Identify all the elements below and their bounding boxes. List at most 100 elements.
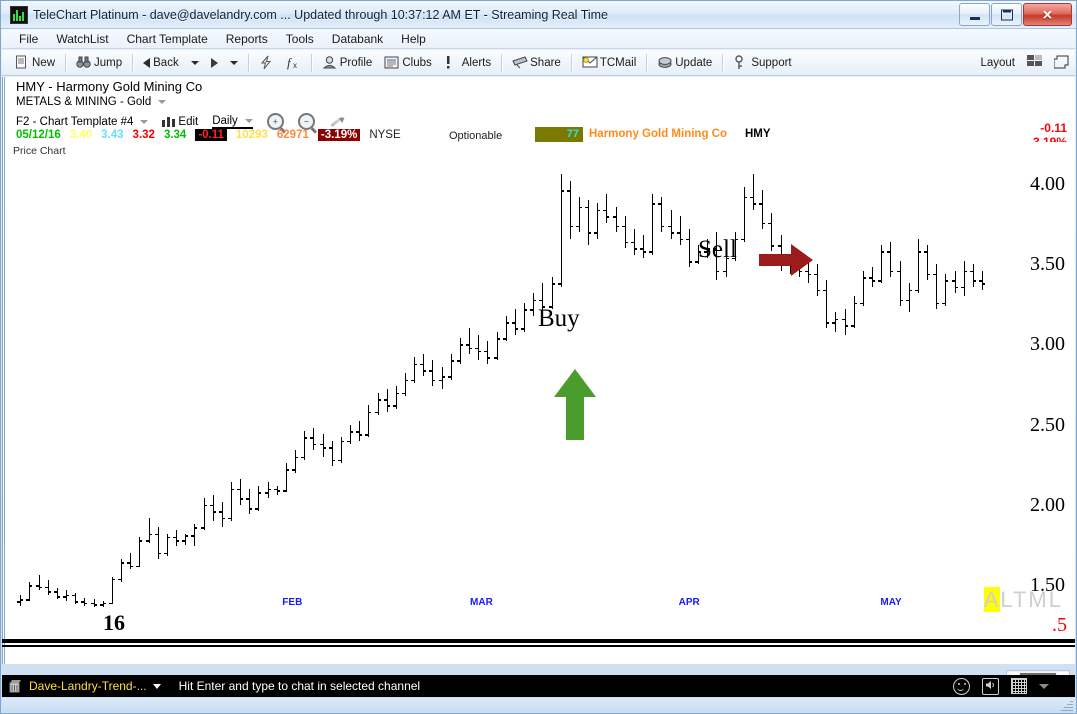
draw-button[interactable] [329, 115, 345, 129]
ohlc-close-tick [817, 289, 821, 292]
quote-volume: 10293 [235, 129, 268, 141]
ohlc-close-tick [945, 280, 949, 282]
restore-button[interactable] [991, 3, 1022, 26]
alerts-button[interactable]: Alerts [438, 54, 497, 71]
toolbar-separator [132, 53, 134, 72]
clubs-button[interactable]: Clubs [378, 54, 437, 71]
ohlc-close-tick [753, 203, 757, 205]
support-button[interactable]: Support [727, 54, 797, 71]
ohlc-open-tick [639, 248, 643, 250]
person-icon [322, 55, 337, 70]
ohlc-open-tick [447, 376, 451, 379]
ohlc-bar [286, 463, 287, 492]
layout-grid-icon [1027, 55, 1042, 70]
quote-avg-volume: 62971 [276, 129, 309, 141]
chat-hint: Hit Enter and type to chat in selected c… [178, 679, 421, 693]
menu-item-reports[interactable]: Reports [217, 30, 277, 48]
price-chart-pane[interactable]: Price Chart 4.00 3.50 3.00 2.50 2.00 1.50 FEB… [2, 142, 1075, 664]
status-icons [953, 677, 1075, 695]
menu-item-chart-template[interactable]: Chart Template [118, 30, 217, 48]
update-button[interactable]: Update [651, 54, 718, 71]
ohlc-bar [359, 421, 360, 441]
channel-icon [8, 679, 24, 693]
menu-item-databank[interactable]: Databank [323, 30, 392, 48]
ohlc-open-tick [410, 379, 414, 382]
toolbar-separator [65, 53, 67, 72]
chevron-down-icon[interactable] [1039, 683, 1049, 689]
edit-button[interactable]: Edit [162, 116, 198, 128]
window-bottom-edge [2, 698, 1075, 712]
symbol-header: HMY - Harmony Gold Mining Co METALS & MI… [2, 77, 1075, 149]
ohlc-bar [579, 196, 580, 233]
ohlc-close-tick [176, 540, 180, 542]
back-dropdown[interactable] [185, 60, 205, 66]
ohlc-open-tick [245, 498, 249, 500]
close-button[interactable]: ✕ [1023, 3, 1072, 26]
modem-icon [657, 55, 672, 70]
channel-name[interactable]: Dave-Landry-Trend-... [29, 679, 147, 693]
watchlist-badge[interactable]: 77 Harmony Gold Mining Co HMY [535, 127, 771, 142]
ohlc-open-tick [648, 251, 652, 253]
ohlc-bar [240, 479, 241, 505]
buy-label: Buy [538, 305, 580, 332]
period-selector[interactable]: Daily [212, 115, 253, 129]
ohlc-close-tick [222, 517, 226, 520]
layout-button[interactable]: Layout [974, 56, 1021, 70]
profile-button[interactable]: Profile [316, 54, 379, 71]
forward-button[interactable] [205, 57, 224, 69]
ohlc-close-tick [606, 216, 610, 218]
ohlc-close-tick [149, 533, 153, 536]
ohlc-open-tick [612, 216, 616, 218]
ohlc-bar [158, 527, 159, 560]
layout-window-button[interactable] [1048, 54, 1075, 71]
ohlc-open-tick [886, 251, 890, 253]
jump-button[interactable]: Jump [70, 54, 128, 71]
ohlc-bar [350, 424, 351, 444]
formula-button[interactable]: fx [280, 54, 307, 71]
price-axis-tick: 2.00 [1030, 493, 1065, 516]
watermark: ALTML [983, 587, 1063, 613]
menu-item-help[interactable]: Help [392, 30, 435, 48]
zoom-in-button[interactable]: + [266, 113, 284, 130]
speaker-icon[interactable] [982, 677, 999, 695]
optionable-label: Optionable [449, 130, 503, 142]
smiley-icon[interactable] [953, 677, 970, 695]
ohlc-close-tick [332, 459, 336, 462]
share-button[interactable]: Share [506, 54, 567, 71]
profile-label: Profile [339, 56, 373, 69]
scan-button[interactable] [253, 54, 280, 71]
chart-template-selector[interactable]: F2 - Chart Template #4 [16, 116, 149, 128]
ohlc-bar [451, 354, 452, 380]
resize-grip[interactable] [1061, 699, 1073, 711]
update-label: Update [675, 56, 713, 69]
chart-controls: F2 - Chart Template #4 Edit Daily + − [16, 113, 359, 130]
ohlc-close-tick [552, 283, 556, 286]
chevron-down-icon[interactable] [152, 683, 161, 689]
zoom-out-button[interactable]: − [297, 113, 315, 130]
jump-label: Jump [94, 56, 123, 69]
ohlc-bar [515, 309, 516, 335]
binoculars-icon [76, 55, 91, 70]
forward-dropdown[interactable] [224, 60, 244, 66]
ohlc-open-tick [493, 357, 497, 359]
tcmail-button[interactable]: TCMail [576, 54, 642, 71]
toolbar-separator [310, 53, 312, 72]
ohlc-open-tick [71, 594, 75, 597]
new-button[interactable]: New [8, 54, 61, 71]
ohlc-open-tick [374, 411, 378, 414]
ohlc-close-tick [570, 225, 574, 228]
industry-selector[interactable]: METALS & MINING - Gold [16, 96, 167, 108]
menu-item-tools[interactable]: Tools [277, 30, 323, 48]
minimize-button[interactable] [959, 3, 990, 26]
menu-item-watchlist[interactable]: WatchList [47, 30, 117, 48]
symbol-company: Harmony Gold Mining Co [56, 79, 203, 94]
back-button[interactable]: Back [137, 56, 185, 70]
ohlc-bar [918, 238, 919, 294]
menu-item-file[interactable]: File [10, 30, 47, 48]
ohlc-close-tick [396, 392, 400, 395]
layout-grid-button[interactable] [1021, 54, 1048, 71]
ohlc-open-tick [868, 277, 872, 279]
ohlc-plot[interactable] [13, 160, 993, 625]
ohlc-close-tick [112, 578, 116, 581]
grid-icon[interactable] [1011, 678, 1027, 694]
